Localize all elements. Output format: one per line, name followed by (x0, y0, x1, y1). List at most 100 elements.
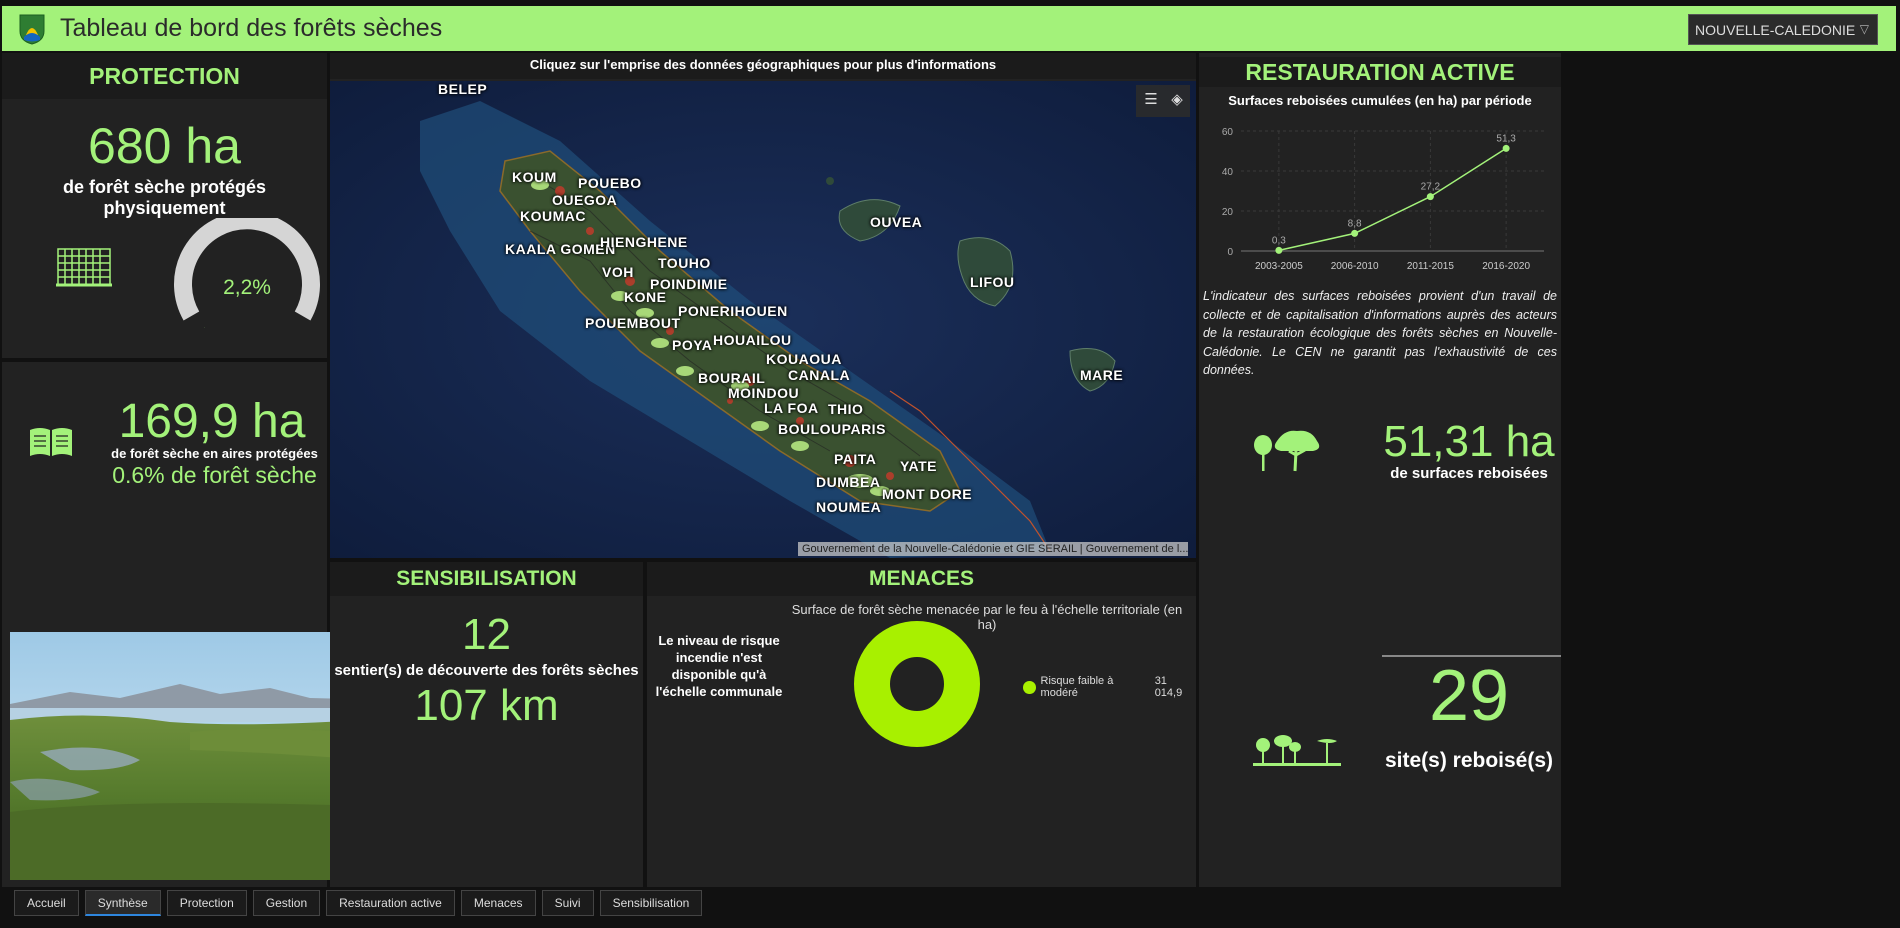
data-point (1275, 246, 1283, 254)
map-label-belep: BELEP (438, 81, 488, 97)
map-label-thio: THIO (828, 401, 864, 417)
map-attribution: Gouvernement de la Nouvelle-Calédonie et… (798, 542, 1188, 556)
map-label-ouegoa: OUEGOA (552, 192, 618, 208)
map-label-kone: KONE (624, 289, 667, 305)
map-label-houailou: HOUAILOU (713, 332, 792, 348)
map-label-la-foa: LA FOA (764, 400, 819, 416)
app-header: Tableau de bord des forêts sèches NOUVEL… (2, 6, 1896, 51)
app-title: Tableau de bord des forêts sèches (60, 14, 443, 42)
data-point (1502, 144, 1510, 152)
map-label-boulouparis: BOULOUPARIS (778, 421, 886, 437)
app-logo-icon (19, 14, 45, 45)
protection-title: PROTECTION (2, 53, 327, 99)
threats-title: MENACES (647, 562, 1196, 596)
awareness-title: SENSIBILISATION (330, 562, 643, 596)
legend-value: 31 014,9 (1154, 675, 1183, 699)
map-label-mare: MARE (1080, 367, 1124, 383)
protection-gauge (174, 218, 320, 328)
map-label-bourail: BOURAIL (698, 370, 766, 386)
protected-areas-value: 169,9 ha (118, 395, 306, 448)
reforested-sites-caption: site(s) reboisé(s) (1384, 749, 1554, 772)
threats-legend: Risque faible à modéré 31 014,9 (1023, 675, 1196, 699)
tab-suivi[interactable]: Suivi (541, 890, 594, 916)
gauge-value: 2,2% (223, 276, 271, 299)
map-label-lifou: LIFOU (970, 274, 1015, 290)
map-label-paita: PAITA (834, 451, 877, 467)
data-label: 51,3 (1496, 133, 1516, 144)
map-label-pouebo: POUEBO (578, 175, 642, 191)
threats-donut (854, 621, 980, 747)
protected-ha-value: 680 ha (88, 118, 241, 174)
map-label-moindou: MOINDOU (728, 385, 800, 401)
legend-dot (1023, 680, 1036, 694)
savanna-icon (1253, 735, 1341, 766)
protection-panel: PROTECTION 680 ha de forêt sèche protégé… (2, 53, 327, 358)
tab-protection[interactable]: Protection (166, 890, 247, 916)
map-label-touho: TOUHO (658, 255, 711, 271)
threats-chart-title: Surface de forêt sèche menacée par le fe… (791, 602, 1183, 632)
tab-menaces[interactable]: Menaces (460, 890, 536, 916)
y-tick-label: 20 (1222, 207, 1234, 218)
trails-km: 107 km (414, 681, 559, 730)
trails-count: 12 (462, 610, 511, 659)
map-label-noumea: NOUMEA (816, 499, 882, 515)
y-tick-label: 40 (1222, 167, 1234, 178)
tab-restauration-active[interactable]: Restauration active (326, 890, 455, 916)
photo-panel (2, 517, 391, 887)
data-point (1426, 193, 1434, 201)
x-tick-label: 2011-2015 (1407, 261, 1455, 272)
threats-panel: MENACES Surface de forêt sèche menacée p… (647, 562, 1196, 887)
chevron-down-icon: ▽ (1859, 22, 1869, 36)
reforested-ha-caption: de surfaces reboisées (1390, 465, 1548, 482)
open-book-icon (30, 428, 72, 456)
map-label-pouembout: POUEMBOUT (585, 315, 681, 331)
x-tick-label: 2016-2020 (1482, 261, 1530, 272)
map-label-koumac: KOUMAC (520, 208, 586, 224)
map-label-dumbea: DUMBEA (816, 474, 881, 490)
legend-list-icon[interactable]: ☰ (1140, 88, 1162, 112)
threats-note: Le niveau de risque incendie n'est dispo… (655, 633, 783, 699)
protected-areas-panel: 169,9 ha de forêt sèche en aires protégé… (2, 362, 327, 517)
restoration-panel: RESTAURATION ACTIVE Surfaces reboisées c… (1199, 53, 1561, 887)
map-canvas[interactable] (330, 81, 1196, 558)
data-point (1351, 229, 1359, 237)
x-tick-label: 2006-2010 (1331, 261, 1379, 272)
map-label-mont-dore: MONT DORE (882, 486, 973, 502)
y-tick-label: 60 (1222, 127, 1234, 138)
reforested-sites-value: 29 (1428, 656, 1510, 736)
region-select[interactable]: NOUVELLE-CALEDONIE ▽ (1688, 14, 1878, 45)
map-label-canala: CANALA (788, 367, 851, 383)
trails-caption: sentier(s) de découverte des forêts sèch… (334, 662, 639, 679)
restoration-title: RESTAURATION ACTIVE (1199, 57, 1561, 87)
map-panel: Cliquez sur l'emprise des données géogra… (330, 53, 1196, 558)
restoration-description: L'indicateur des surfaces reboisées prov… (1203, 289, 1557, 377)
series-line (1278, 147, 1507, 252)
legend-label: Risque faible à modéré (1040, 675, 1114, 699)
fence-icon (56, 248, 112, 287)
map-label-kouaoua: KOUAOUA (766, 351, 842, 367)
trees-icon (1254, 430, 1320, 472)
reforested-ha-value: 51,31 ha (1383, 417, 1555, 466)
map-label-voh: VOH (602, 264, 634, 280)
map-label-ouvea: OUVEA (870, 214, 923, 230)
tab-accueil[interactable]: Accueil (14, 890, 79, 916)
map-label-koum: KOUM (512, 169, 557, 185)
data-label: 8,8 (1348, 218, 1362, 229)
data-label: 27,2 (1421, 182, 1441, 193)
map-label-poya: POYA (672, 337, 713, 353)
restoration-chart-title: Surfaces reboisées cumulées (en ha) par … (1228, 93, 1532, 108)
awareness-panel: SENSIBILISATION 12 sentier(s) de découve… (330, 562, 643, 887)
layers-icon[interactable]: ◈ (1166, 88, 1188, 112)
map-instruction: Cliquez sur l'emprise des données géogra… (330, 53, 1196, 79)
y-tick-label: 0 (1227, 247, 1233, 258)
tab-synthese[interactable]: Synthèse (84, 890, 161, 916)
protected-areas-pct: 0.6% de forêt sèche (112, 462, 317, 488)
region-select-value: NOUVELLE-CALEDONIE (1695, 21, 1856, 38)
x-tick-label: 2003-2005 (1255, 261, 1303, 272)
map-label-yate: YATE (900, 458, 938, 474)
tab-gestion[interactable]: Gestion (252, 890, 321, 916)
tab-bar: Accueil Synthèse Protection Gestion Rest… (14, 890, 703, 916)
tab-sensibilisation[interactable]: Sensibilisation (599, 890, 703, 916)
map-label-hienghene: HIENGHENE (600, 234, 688, 250)
protected-ha-caption: de forêt sèche protégés physiquement (62, 177, 267, 218)
